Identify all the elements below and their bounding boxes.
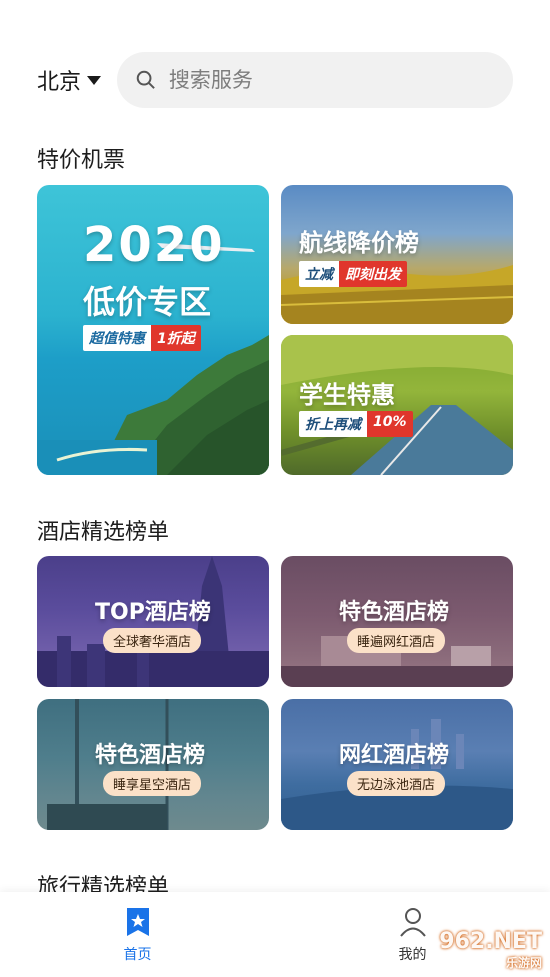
nav-mine-label: 我的 <box>398 947 427 963</box>
section-title-flights: 特价机票 <box>37 148 126 173</box>
hotel-card-title: TOP酒店榜 <box>95 600 211 625</box>
user-icon <box>399 908 426 937</box>
student-tag-text: 折上再减 <box>299 411 367 437</box>
hotel-card-pill: 全球奢华酒店 <box>103 628 202 653</box>
watermark-sub: 乐游网 <box>505 956 542 970</box>
star-bookmark-icon <box>126 908 149 936</box>
nav-home-label: 首页 <box>123 947 152 963</box>
hotel-card-pill: 无边泳池酒店 <box>347 771 446 796</box>
promo-tag-text: 超值特惠 <box>83 325 151 351</box>
promo-tag-discount: 1折起 <box>151 325 201 351</box>
hotel-card-influencer[interactable]: 网红酒店榜 无边泳池酒店 <box>281 699 513 830</box>
flight-card-route-drop[interactable]: 航线降价榜 立减 即刻出发 <box>281 185 513 324</box>
route-title: 航线降价榜 <box>299 229 419 257</box>
watermark-main: 962.NET <box>439 929 542 954</box>
route-tag: 立减 即刻出发 <box>299 261 407 287</box>
student-tag-discount: 10% <box>367 411 413 437</box>
student-tag: 折上再减 10% <box>299 411 413 437</box>
city-selector[interactable]: 北京 <box>37 64 117 96</box>
hotel-card-title: 网红酒店榜 <box>339 743 450 768</box>
hotel-card-pill: 睡享星空酒店 <box>103 771 202 796</box>
promo-tag: 超值特惠 1折起 <box>83 325 201 351</box>
top-bar: 北京 <box>37 52 513 108</box>
flight-card-low-price[interactable]: 2020 低价专区 超值特惠 1折起 <box>37 185 269 475</box>
student-title: 学生特惠 <box>299 381 395 409</box>
hotel-card-title: 特色酒店榜 <box>95 743 206 768</box>
hotel-card-feature-2[interactable]: 特色酒店榜 睡享星空酒店 <box>37 699 269 830</box>
promo-year: 2020 <box>83 217 225 273</box>
watermark-logo: 962.NET 乐游网 <box>439 929 542 971</box>
search-bar[interactable] <box>117 52 513 108</box>
search-icon <box>136 70 155 89</box>
nav-home[interactable]: 首页 <box>0 892 275 977</box>
hotel-card-title: 特色酒店榜 <box>339 600 450 625</box>
search-input[interactable] <box>168 68 513 92</box>
route-tag-text: 立减 <box>299 261 339 287</box>
hotel-card-top[interactable]: TOP酒店榜 全球奢华酒店 <box>37 556 269 687</box>
hotel-card-pill: 睡遍网红酒店 <box>347 628 446 653</box>
promo-title: 低价专区 <box>83 283 212 321</box>
chevron-down-icon <box>87 75 102 85</box>
hotel-card-feature-1[interactable]: 特色酒店榜 睡遍网红酒店 <box>281 556 513 687</box>
section-title-hotels: 酒店精选榜单 <box>37 520 170 545</box>
flight-card-student[interactable]: 学生特惠 折上再减 10% <box>281 335 513 475</box>
route-tag-action: 即刻出发 <box>339 261 407 287</box>
bottom-navigation: 首页 我的 962.NET 乐游网 <box>0 892 550 977</box>
city-label: 北京 <box>37 70 82 95</box>
